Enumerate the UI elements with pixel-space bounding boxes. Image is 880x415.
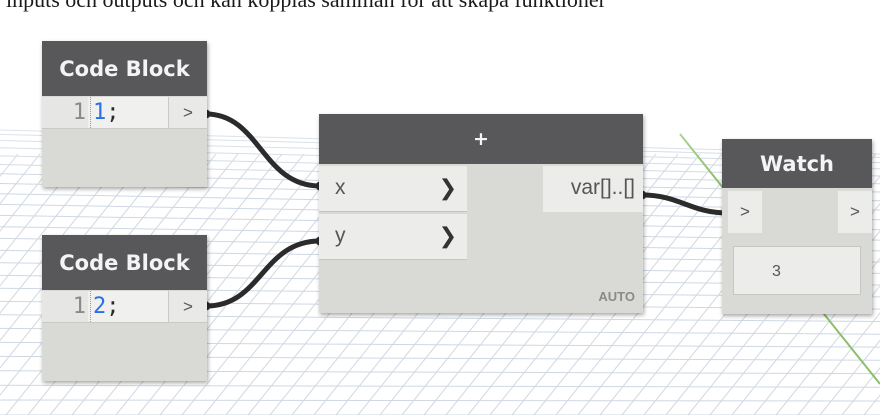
chevron-right-icon: ❯: [438, 223, 457, 248]
code-line[interactable]: 1 2; >: [42, 291, 207, 323]
code-number-value: 2: [93, 294, 107, 319]
lacing-label[interactable]: AUTO: [598, 289, 635, 304]
line-number: 1: [42, 97, 88, 128]
input-port-x[interactable]: x ❯: [319, 166, 467, 212]
output-port[interactable]: >: [168, 291, 207, 322]
chevron-right-icon: ❯: [438, 175, 457, 200]
add-node[interactable]: + x ❯ y ❯ var[]..[] AUTO: [319, 114, 643, 313]
code-terminator: ;: [106, 100, 120, 125]
line-number: 1: [42, 291, 88, 322]
port-label: x: [335, 176, 346, 199]
graph-canvas[interactable]: Code Block 1 1; > Code Block 1 2; > + x …: [0, 14, 880, 415]
input-port[interactable]: >: [728, 191, 762, 233]
output-port-var[interactable]: var[]..[]: [543, 166, 643, 212]
code-number-value: 1: [93, 100, 107, 125]
node-title[interactable]: +: [319, 114, 643, 164]
code-terminator: ;: [106, 294, 120, 319]
node-title[interactable]: Watch: [722, 139, 872, 188]
output-port[interactable]: >: [168, 97, 207, 128]
port-label: y: [335, 224, 346, 247]
node-title[interactable]: Code Block: [42, 41, 207, 96]
watch-value-display: 3: [733, 246, 861, 295]
code-block-node-1[interactable]: Code Block 1 1; >: [42, 41, 207, 187]
node-title[interactable]: Code Block: [42, 235, 207, 290]
code-line[interactable]: 1 1; >: [42, 97, 207, 129]
wire-add-to-watch: [641, 192, 729, 216]
watch-node[interactable]: Watch > > 3: [722, 139, 872, 314]
wire-code-block-2-to-y: [205, 238, 321, 309]
caption-text: inputs och outputs och kan kopplas samma…: [6, 0, 880, 13]
code-block-node-2[interactable]: Code Block 1 2; >: [42, 235, 207, 381]
wire-code-block-1-to-x: [205, 111, 321, 189]
input-port-y[interactable]: y ❯: [319, 214, 467, 260]
output-port[interactable]: >: [838, 191, 872, 233]
